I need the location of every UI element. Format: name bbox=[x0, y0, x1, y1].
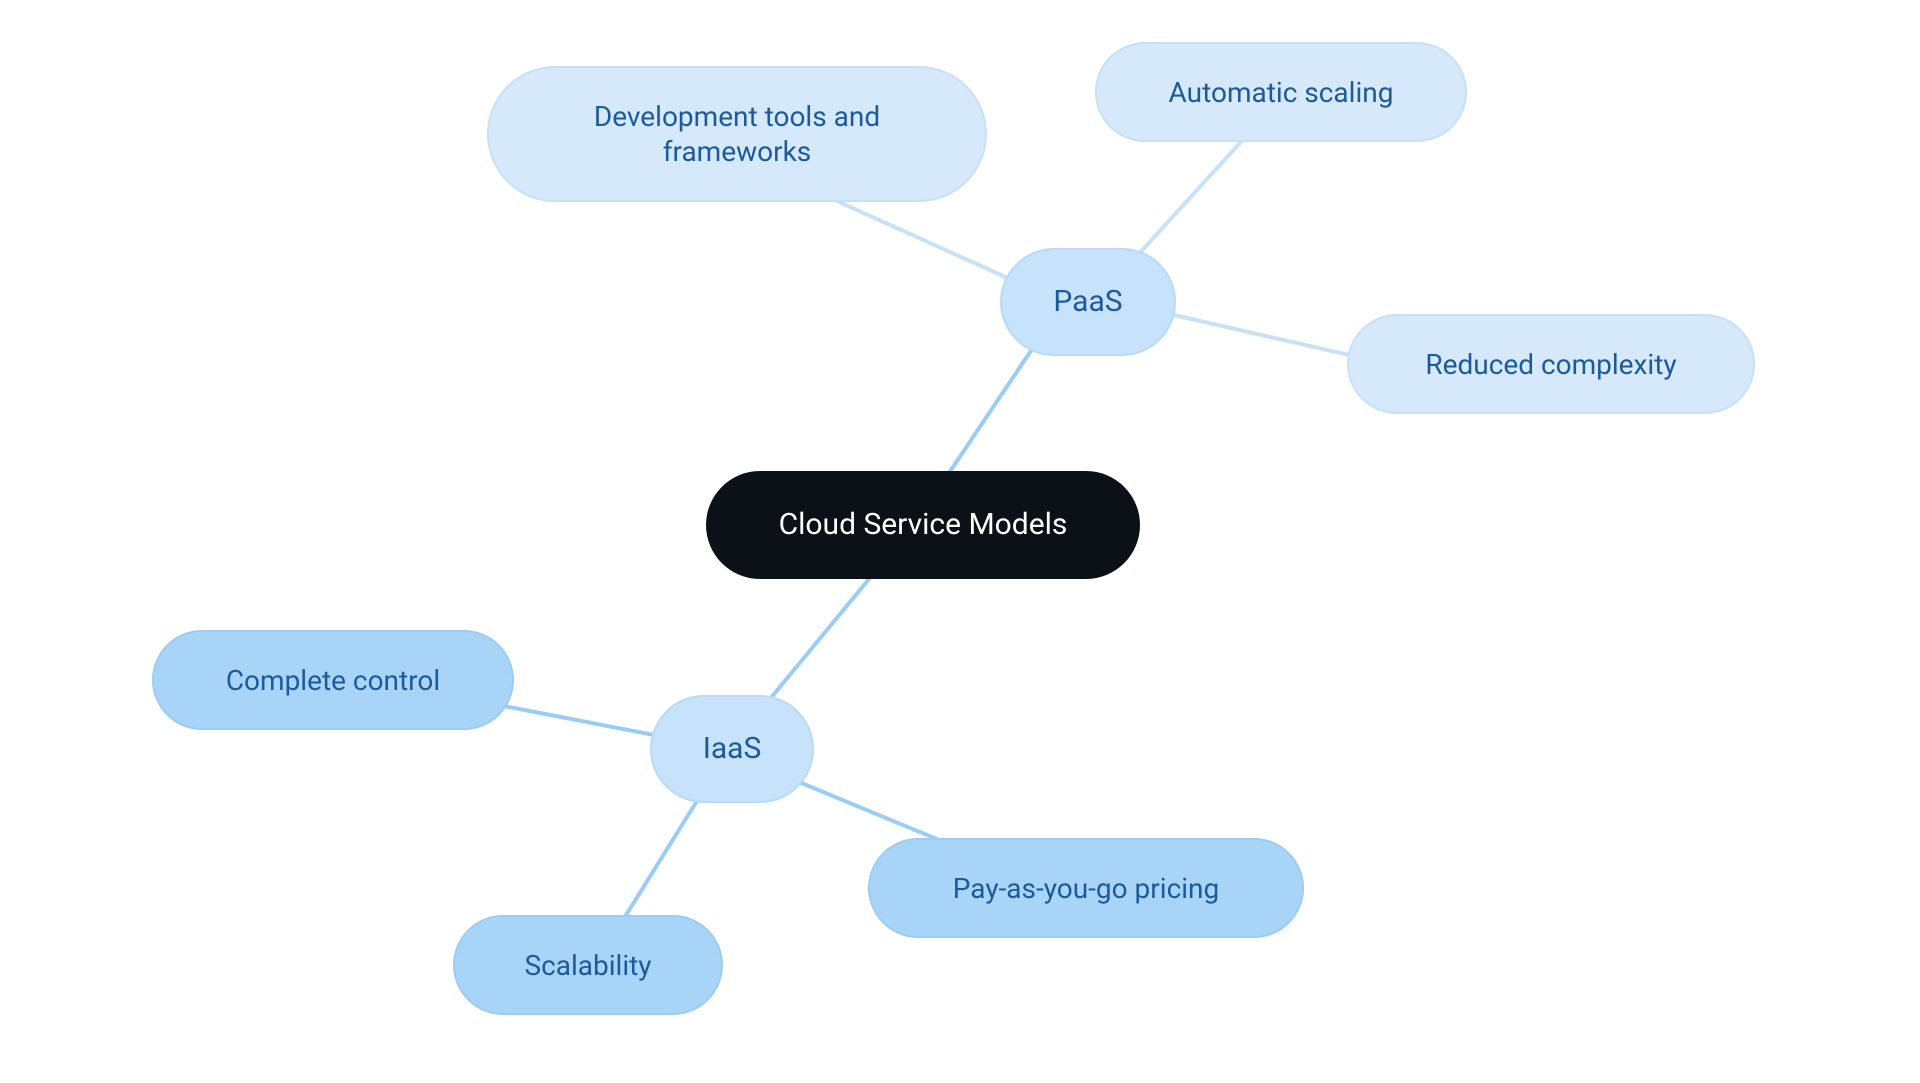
mindmap-canvas: Cloud Service Models PaaS IaaS Developme… bbox=[0, 0, 1920, 1083]
node-reduced-label: Reduced complexity bbox=[1425, 347, 1676, 382]
node-autoscaling-label: Automatic scaling bbox=[1169, 75, 1394, 110]
node-iaas-label: IaaS bbox=[703, 730, 762, 768]
node-devtools-label: Development tools and frameworks bbox=[525, 99, 949, 169]
node-payg-label: Pay-as-you-go pricing bbox=[953, 871, 1219, 906]
node-control[interactable]: Complete control bbox=[152, 630, 514, 730]
node-paas[interactable]: PaaS bbox=[1000, 248, 1176, 356]
node-paas-label: PaaS bbox=[1053, 283, 1122, 321]
node-control-label: Complete control bbox=[226, 663, 440, 698]
node-autoscaling[interactable]: Automatic scaling bbox=[1095, 42, 1467, 142]
node-reduced[interactable]: Reduced complexity bbox=[1347, 314, 1755, 414]
node-scalability[interactable]: Scalability bbox=[453, 915, 723, 1015]
node-devtools[interactable]: Development tools and frameworks bbox=[487, 66, 987, 202]
node-iaas[interactable]: IaaS bbox=[650, 695, 814, 803]
node-root-label: Cloud Service Models bbox=[779, 506, 1068, 544]
node-payg[interactable]: Pay-as-you-go pricing bbox=[868, 838, 1304, 938]
node-scalability-label: Scalability bbox=[524, 948, 651, 983]
node-root[interactable]: Cloud Service Models bbox=[706, 471, 1140, 579]
